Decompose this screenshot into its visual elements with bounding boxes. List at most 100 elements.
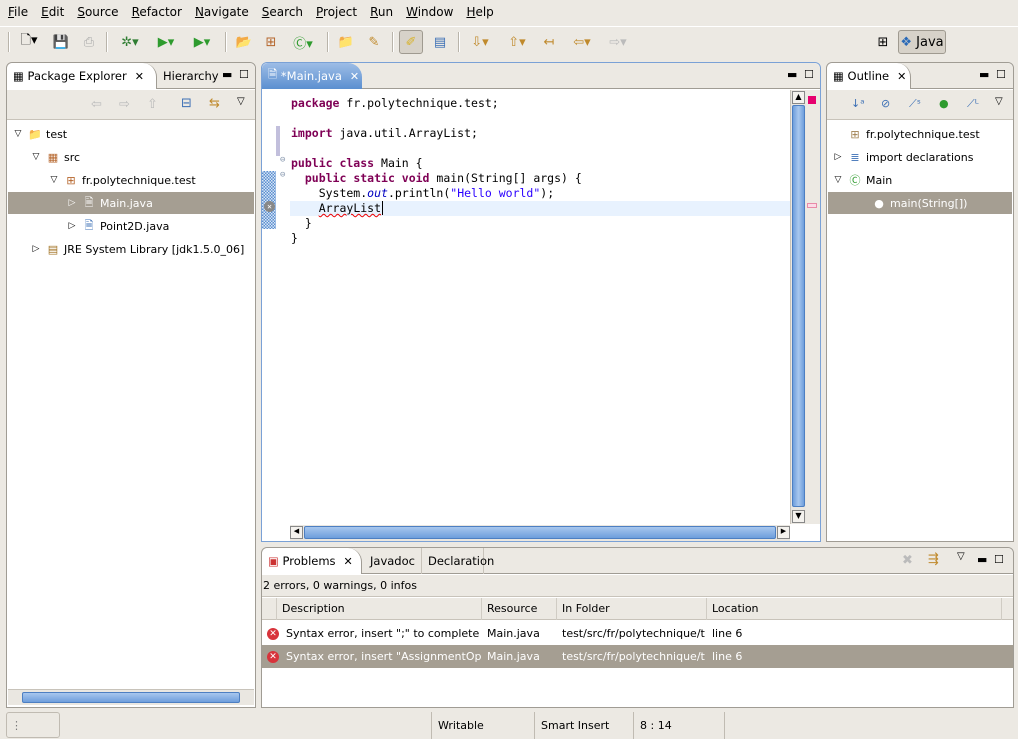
tree-item[interactable]: ▽ ▦ src — [8, 146, 254, 168]
tab-declaration[interactable]: Declaration — [422, 548, 494, 574]
scroll-down-icon[interactable]: ▼ — [792, 510, 805, 523]
hide-static-icon[interactable]: ⟋ˢ — [909, 97, 921, 111]
menu-file[interactable]: File — [4, 5, 32, 19]
column-header-description[interactable]: Description — [277, 598, 482, 620]
error-indicator[interactable] — [808, 96, 816, 104]
view-menu-icon[interactable]: ▽ — [237, 96, 245, 107]
collapsed-twisty-icon[interactable]: ▷ — [832, 152, 844, 162]
close-icon[interactable]: ✕ — [350, 70, 359, 83]
scrollbar-thumb[interactable] — [792, 105, 805, 507]
print-icon[interactable]: ⎙ — [78, 31, 100, 53]
scroll-left-icon[interactable]: ◀ — [290, 526, 303, 539]
maximize-icon[interactable]: ☐ — [239, 68, 249, 81]
save-icon[interactable]: 💾 — [50, 31, 72, 53]
expanded-twisty-icon[interactable]: ▽ — [12, 129, 24, 139]
tree-item[interactable]: ▷ 🗎 Point2D.java — [8, 215, 254, 237]
toggle-block-selection-icon[interactable]: ▤ — [429, 31, 451, 53]
next-annotation-icon[interactable]: ⇩▾ — [466, 31, 494, 53]
scroll-up-icon[interactable]: ▲ — [792, 91, 805, 104]
expanded-twisty-icon[interactable]: ▽ — [30, 152, 42, 162]
link-with-editor-icon[interactable]: ⇆ — [209, 96, 220, 111]
vertical-scrollbar[interactable]: ▲ ▼ — [790, 90, 806, 524]
minimize-icon[interactable]: ▬ — [222, 68, 232, 81]
menu-run[interactable]: Run — [366, 5, 397, 19]
menu-search[interactable]: Search — [258, 5, 307, 19]
new-java-project-icon[interactable]: 📂 — [233, 31, 255, 53]
hide-local-types-icon[interactable]: ⟋ᴸ — [967, 97, 979, 111]
tree-item[interactable]: ● main(String[]) — [828, 192, 1012, 214]
horizontal-scrollbar[interactable]: ◀ ▶ — [290, 525, 790, 541]
debug-icon[interactable]: ✲▾ — [116, 31, 144, 53]
scroll-right-icon[interactable]: ▶ — [777, 526, 790, 539]
back-icon[interactable]: ⇦▾ — [568, 31, 596, 53]
back-icon[interactable]: ⇦ — [91, 97, 102, 112]
external-tools-icon[interactable]: ▶▾ — [188, 31, 216, 53]
tree-item[interactable]: ▽ 📁 test — [8, 123, 254, 145]
hide-non-public-icon[interactable]: ● — [939, 97, 949, 110]
view-menu-icon[interactable]: ▽ — [995, 96, 1003, 107]
new-wizard-icon[interactable]: 🗋▾ — [14, 31, 44, 53]
tree-item[interactable]: ▽ Ⓒ Main — [828, 169, 1012, 191]
expanded-twisty-icon[interactable]: ▽ — [48, 175, 60, 185]
fast-view-bar[interactable]: ⋮ — [6, 712, 60, 738]
tab-outline[interactable]: ▦ Outline ✕ — [827, 63, 911, 89]
tab-hierarchy[interactable]: Hierarchy — [157, 63, 225, 89]
delete-icon[interactable]: ✖ — [902, 553, 913, 568]
minimize-icon[interactable]: ▬ — [979, 68, 989, 81]
collapsed-twisty-icon[interactable]: ▷ — [66, 198, 78, 208]
run-icon[interactable]: ▶▾ — [152, 31, 180, 53]
column-header-folder[interactable]: In Folder — [557, 598, 707, 620]
close-icon[interactable]: ✕ — [135, 70, 144, 83]
fold-collapse-icon[interactable]: ⊖ — [280, 170, 285, 180]
column-header-location[interactable]: Location — [707, 598, 1002, 620]
tree-item[interactable]: ▷ 🗎 Main.java — [8, 192, 254, 214]
tree-item[interactable]: ▷ ▤ JRE System Library [jdk1.5.0_06] — [8, 238, 254, 260]
error-annotation-marker[interactable] — [807, 203, 817, 208]
error-marker-icon[interactable]: ✕ — [264, 201, 275, 212]
filter-icon[interactable]: ⇶ — [928, 552, 939, 567]
expanded-twisty-icon[interactable]: ▽ — [832, 175, 844, 185]
tab-javadoc[interactable]: Javadoc — [364, 548, 422, 574]
open-perspective-icon[interactable]: ⊞ — [872, 31, 894, 53]
horizontal-scrollbar[interactable] — [8, 689, 254, 705]
menu-project[interactable]: Project — [312, 5, 361, 19]
tab-package-explorer[interactable]: ▦ Package Explorer ✕ — [7, 63, 157, 89]
menu-navigate[interactable]: Navigate — [191, 5, 253, 19]
collapsed-twisty-icon[interactable]: ▷ — [30, 244, 42, 254]
fold-collapse-icon[interactable]: ⊖ — [280, 155, 285, 165]
column-header-resource[interactable]: Resource — [482, 598, 557, 620]
maximize-icon[interactable]: ☐ — [996, 68, 1006, 81]
minimize-icon[interactable]: ▬ — [977, 553, 987, 566]
collapsed-twisty-icon[interactable]: ▷ — [66, 221, 78, 231]
tree-item[interactable]: ▷ ≣ import declarations — [828, 146, 1012, 168]
maximize-icon[interactable]: ☐ — [994, 553, 1004, 566]
hide-fields-icon[interactable]: ⊘ — [881, 97, 890, 110]
problem-row[interactable]: ✕ Syntax error, insert "AssignmentOperato… — [262, 645, 1013, 668]
scrollbar-thumb[interactable] — [22, 692, 240, 703]
tree-item[interactable]: ▽ ⊞ fr.polytechnique.test — [8, 169, 254, 191]
menu-window[interactable]: Window — [402, 5, 457, 19]
open-type-icon[interactable]: 📁 — [335, 31, 357, 53]
code-editor[interactable]: ✕ ⊖ ⊖ package fr.polytechnique.test; imp… — [262, 90, 790, 524]
menu-edit[interactable]: Edit — [37, 5, 68, 19]
new-package-icon[interactable]: ⊞ — [260, 31, 282, 53]
up-icon[interactable]: ⇧ — [147, 97, 158, 112]
search-icon[interactable]: ✎ — [363, 31, 385, 53]
toggle-mark-occurrences-icon[interactable]: ✐ — [399, 30, 423, 54]
view-menu-icon[interactable]: ▽ — [957, 551, 965, 562]
tree-item[interactable]: ⊞ fr.polytechnique.test — [828, 123, 1012, 145]
menu-refactor[interactable]: Refactor — [128, 5, 186, 19]
new-class-icon[interactable]: Ⓒ▾ — [288, 31, 318, 53]
forward-icon[interactable]: ⇨ — [119, 97, 130, 112]
minimize-icon[interactable]: ▬ — [787, 68, 797, 81]
forward-icon[interactable]: ⇨▾ — [604, 31, 632, 53]
scrollbar-thumb[interactable] — [304, 526, 776, 539]
close-icon[interactable]: ✕ — [344, 555, 353, 568]
column-header-icon[interactable] — [262, 598, 277, 620]
previous-annotation-icon[interactable]: ⇧▾ — [503, 31, 531, 53]
maximize-icon[interactable]: ☐ — [804, 68, 814, 81]
close-icon[interactable]: ✕ — [897, 70, 906, 83]
tab-problems[interactable]: ▣ Problems ✕ — [262, 548, 362, 574]
sort-icon[interactable]: ↓ᵃ — [851, 97, 865, 110]
java-perspective-button[interactable]: ❖ Java — [898, 30, 946, 54]
